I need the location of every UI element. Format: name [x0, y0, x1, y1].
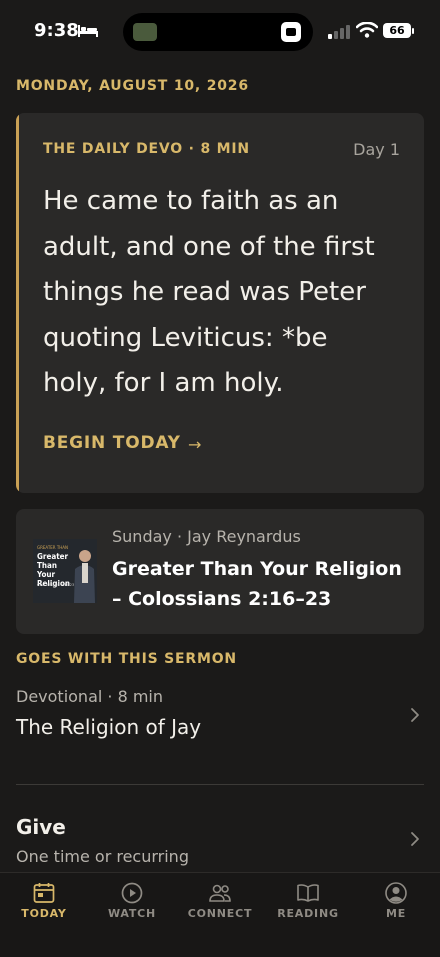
devo-day: Day 1	[353, 140, 400, 159]
tab-label: WATCH	[107, 907, 157, 920]
cellular-signal-icon	[328, 25, 350, 39]
speaker-figure	[74, 550, 95, 603]
devotional-title[interactable]: The Religion of Jay	[16, 715, 201, 739]
tab-label: ME	[385, 907, 407, 920]
status-time: 9:38	[34, 20, 79, 41]
sermon-meta: Sunday · Jay Reynardus	[112, 527, 301, 546]
tab-bar: TODAY WATCH CONNECT READING ME	[0, 872, 440, 957]
sermon-thumbnail: GREATER THAN Greater Than Your Religion …	[33, 539, 97, 603]
date-header: MONDAY, AUGUST 10, 2026	[16, 78, 249, 94]
profile-icon	[385, 882, 407, 904]
tab-watch[interactable]: WATCH	[88, 873, 176, 933]
wifi-icon	[356, 22, 378, 38]
tab-reading[interactable]: READING	[264, 873, 352, 933]
sermon-card[interactable]: GREATER THAN Greater Than Your Religion …	[16, 509, 424, 634]
daily-devo-card[interactable]: THE DAILY DEVO · 8 MIN Day 1 He came to …	[16, 113, 424, 493]
thumbnail-small-label: GREATER THAN	[37, 545, 69, 550]
devo-quote: He came to faith as an adult, and one of…	[43, 186, 375, 398]
battery-indicator: 66	[383, 23, 411, 38]
dynamic-island	[123, 13, 313, 51]
book-icon	[297, 884, 319, 902]
devo-label: THE DAILY DEVO · 8 MIN	[43, 141, 250, 157]
tab-label: READING	[277, 907, 339, 920]
tab-connect[interactable]: CONNECT	[176, 873, 264, 933]
tab-label: TODAY	[21, 907, 67, 920]
divider	[16, 784, 424, 785]
bed-icon	[78, 25, 98, 37]
tab-label: CONNECT	[187, 907, 253, 920]
give-subtitle: One time or recurring	[16, 847, 189, 866]
chevron-right-icon[interactable]	[410, 831, 420, 847]
accent-bar	[16, 113, 19, 493]
tab-today[interactable]: TODAY	[0, 873, 88, 933]
apple-tv-icon	[281, 22, 301, 42]
thumbnail-subtitle: COLOSSIANS 2:16-23	[37, 583, 75, 587]
calendar-icon	[33, 883, 55, 903]
status-bar: 9:38 66	[0, 0, 440, 64]
play-icon	[121, 882, 143, 904]
people-icon	[209, 884, 231, 902]
tab-me[interactable]: ME	[352, 873, 440, 933]
give-title[interactable]: Give	[16, 815, 66, 839]
begin-today-button[interactable]: BEGIN TODAY	[43, 433, 181, 453]
now-playing-thumbnail	[133, 23, 157, 41]
chevron-right-icon[interactable]	[410, 707, 420, 723]
arrow-right-icon: →	[188, 435, 202, 454]
sermon-title: Greater Than Your Religion – Colossians …	[112, 558, 402, 610]
battery-nub	[412, 28, 414, 34]
section-header-goes-with: GOES WITH THIS SERMON	[16, 651, 237, 667]
devotional-meta: Devotional · 8 min	[16, 687, 164, 706]
